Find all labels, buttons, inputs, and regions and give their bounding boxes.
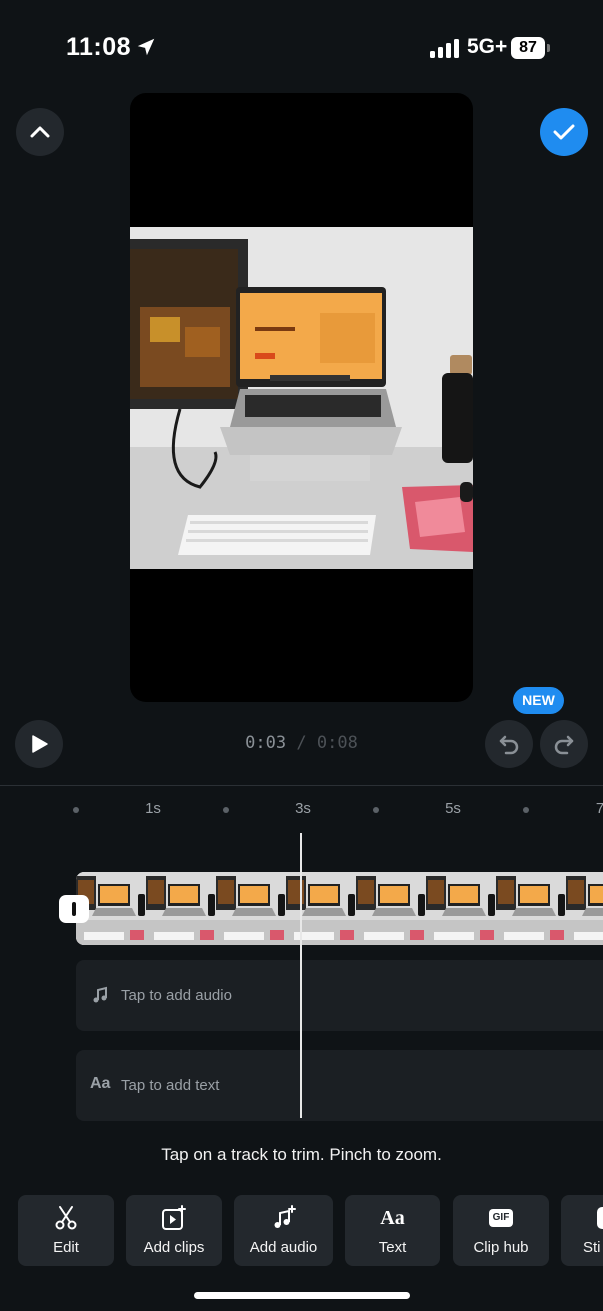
text-label: Text	[378, 1239, 407, 1256]
filmstrip-frame	[566, 872, 603, 945]
filmstrip-frame	[286, 872, 356, 945]
add-clip-icon	[162, 1205, 186, 1230]
scissors-icon	[55, 1206, 77, 1230]
video-preview[interactable]	[130, 93, 473, 702]
location-arrow-icon	[137, 38, 155, 56]
text-icon: Aa	[90, 1075, 111, 1092]
ruler-label: 3s	[295, 800, 311, 817]
clip-hub-label: Clip hub	[473, 1239, 529, 1256]
battery-tip	[547, 44, 550, 52]
collapse-button[interactable]	[16, 108, 64, 156]
time-separator: /	[296, 733, 307, 753]
gif-icon: GIF	[488, 1209, 514, 1227]
new-badge: NEW	[513, 687, 564, 714]
battery-level: 87	[519, 39, 537, 56]
timeline-ruler[interactable]: 1s 3s 5s 7	[0, 798, 603, 824]
video-frame-image	[130, 227, 473, 569]
total-duration: 0:08	[316, 733, 358, 753]
ruler-label: 1s	[145, 800, 161, 817]
video-track[interactable]	[76, 872, 603, 945]
filmstrip-frame	[496, 872, 566, 945]
add-music-icon	[274, 1205, 296, 1228]
audio-track-label: Tap to add audio	[121, 987, 232, 1004]
current-time: 0:03	[245, 733, 287, 753]
audio-track[interactable]: Tap to add audio	[76, 960, 603, 1031]
text-track[interactable]: Aa Tap to add text	[76, 1050, 603, 1121]
clip-hub-button[interactable]: GIF Clip hub	[453, 1195, 549, 1266]
trim-grip	[72, 902, 76, 916]
ruler-tick	[373, 807, 379, 813]
edit-label: Edit	[53, 1239, 79, 1256]
filmstrip-frame	[426, 872, 496, 945]
add-audio-button[interactable]: Add audio	[234, 1195, 333, 1266]
add-clips-label: Add clips	[143, 1239, 205, 1256]
music-note-icon	[93, 986, 107, 1003]
filmstrip-frame	[146, 872, 216, 945]
redo-icon	[554, 735, 574, 755]
sticker-icon	[597, 1207, 603, 1229]
ruler-label: 7	[595, 800, 603, 817]
stickers-button[interactable]: Sti	[561, 1195, 603, 1266]
filmstrip-frame	[216, 872, 286, 945]
divider	[0, 785, 603, 786]
home-indicator	[194, 1292, 410, 1299]
ruler-tick	[523, 807, 529, 813]
text-icon: Aa	[380, 1206, 405, 1229]
timeline-hint: Tap on a track to trim. Pinch to zoom.	[161, 1145, 442, 1164]
done-button[interactable]	[540, 108, 588, 156]
undo-button[interactable]	[485, 720, 533, 768]
text-track-label: Tap to add text	[121, 1077, 220, 1094]
ruler-label: 5s	[445, 800, 461, 817]
edit-button[interactable]: Edit	[18, 1195, 114, 1266]
status-bar: 11:08 5G+ 87	[0, 0, 603, 90]
checkmark-icon	[553, 124, 575, 140]
trim-handle[interactable]	[59, 895, 89, 923]
ruler-tick	[73, 807, 79, 813]
network-type: 5G+	[467, 35, 508, 58]
redo-button[interactable]	[540, 720, 588, 768]
add-audio-label: Add audio	[249, 1239, 318, 1256]
undo-icon	[499, 735, 519, 755]
battery-icon: 87	[511, 37, 545, 59]
ruler-tick	[223, 807, 229, 813]
stickers-label: Sti	[583, 1239, 601, 1256]
text-button[interactable]: Aa Text	[345, 1195, 440, 1266]
status-time: 11:08	[66, 33, 132, 61]
filmstrip-frame	[356, 872, 426, 945]
cellular-signal-icon	[430, 39, 459, 58]
add-clips-button[interactable]: Add clips	[126, 1195, 222, 1266]
chevron-up-icon	[30, 126, 50, 138]
playhead[interactable]	[300, 833, 302, 1118]
